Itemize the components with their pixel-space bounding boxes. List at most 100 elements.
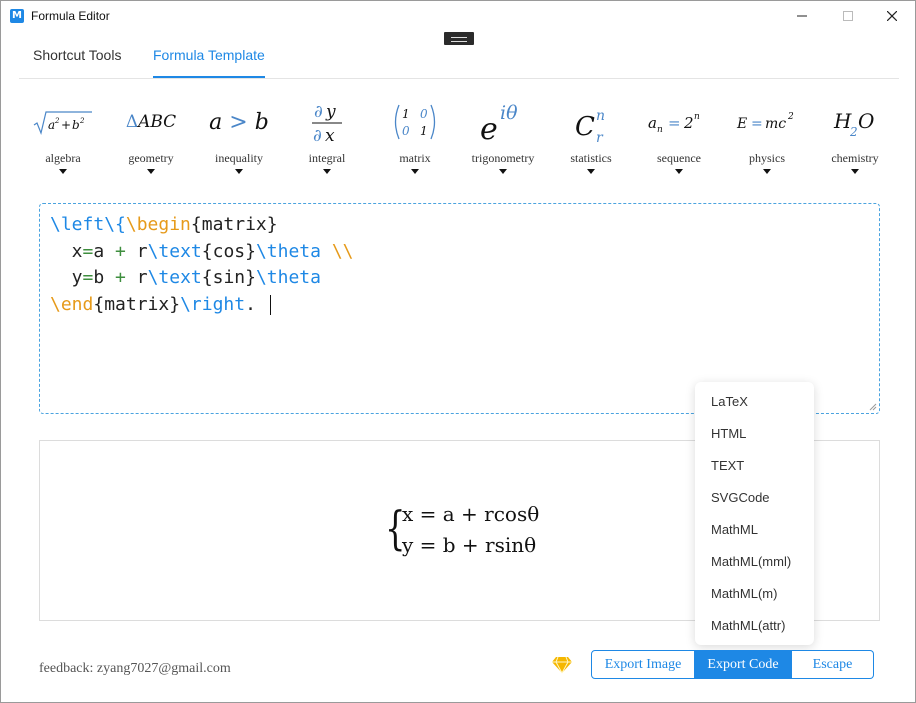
template-label: geometry	[128, 151, 174, 165]
svg-text:2: 2	[683, 114, 694, 132]
caret-down-icon[interactable]	[235, 169, 243, 174]
geometry-formula-icon: Δ ABC	[125, 112, 177, 132]
caret-down-icon[interactable]	[499, 169, 507, 174]
text-cursor	[269, 294, 271, 315]
template-label: algebra	[45, 151, 81, 165]
template-label: matrix	[399, 151, 431, 165]
export-image-button[interactable]: Export Image	[591, 650, 695, 679]
menu-item-mathml[interactable]: MathML	[695, 514, 814, 546]
integral-formula-icon: ∂ y ∂ x	[283, 93, 371, 151]
template-geometry[interactable]: Δ ABC geometry	[107, 93, 195, 181]
window-title: Formula Editor	[31, 9, 110, 23]
tab-formula-template[interactable]: Formula Template	[153, 39, 265, 79]
svg-text:0: 0	[402, 124, 410, 138]
template-inequality[interactable]: a > b inequality	[195, 93, 283, 181]
caret-down-icon[interactable]	[411, 169, 419, 174]
minimize-icon	[797, 15, 807, 17]
template-label: physics	[749, 151, 785, 165]
svg-text:r: r	[596, 130, 604, 144]
svg-text:1: 1	[420, 124, 428, 138]
statistics-formula-icon: C n r	[547, 93, 635, 151]
template-algebra[interactable]: a 2 + b 2 algebra	[19, 93, 107, 181]
template-label: chemistry	[831, 151, 879, 165]
svg-text:C: C	[575, 112, 595, 142]
maximize-icon	[843, 11, 853, 21]
svg-text:n: n	[596, 108, 605, 124]
svg-text:=: =	[668, 114, 681, 132]
minimize-button[interactable]	[779, 1, 825, 31]
export-button-group: Export Image Export Code Escape	[591, 650, 874, 679]
svg-text:mc: mc	[765, 116, 786, 132]
svg-text:=: =	[751, 116, 763, 132]
svg-text:O: O	[858, 109, 874, 133]
algebra-formula-icon: a 2 + b 2	[19, 93, 107, 151]
matrix-formula-icon: 1 0 0 1	[371, 93, 459, 151]
feedback-email: feedback: zyang7027@gmail.com	[39, 661, 231, 676]
export-code-menu: LaTeX HTML TEXT SVGCode MathML MathML(mm…	[695, 382, 814, 645]
svg-text:∂: ∂	[313, 126, 322, 146]
svg-text:2: 2	[54, 117, 60, 125]
escape-button[interactable]: Escape	[792, 650, 874, 679]
menu-item-mathml-m[interactable]: MathML(m)	[695, 578, 814, 610]
code-line-1: \left\{\begin{matrix}	[50, 214, 278, 235]
code-line-2: x=a + r\text{cos}\theta \\	[50, 240, 354, 262]
template-label: sequence	[657, 151, 701, 165]
svg-text:2: 2	[849, 125, 858, 139]
template-physics[interactable]: E = mc 2 physics	[723, 93, 811, 181]
svg-text:2: 2	[79, 117, 85, 125]
caret-down-icon[interactable]	[675, 169, 683, 174]
template-trigonometry[interactable]: e iθ trigonometry	[459, 93, 547, 181]
template-label: inequality	[215, 151, 263, 165]
diamond-icon[interactable]	[551, 656, 573, 674]
close-button[interactable]	[869, 1, 915, 31]
template-statistics[interactable]: C n r statistics	[547, 93, 635, 181]
caret-down-icon[interactable]	[323, 169, 331, 174]
sequence-formula-icon: a n = 2 n	[635, 93, 723, 151]
maximize-button[interactable]	[825, 1, 871, 31]
trigonometry-formula-icon: e iθ	[459, 93, 547, 151]
template-label: trigonometry	[471, 151, 535, 165]
template-integral[interactable]: ∂ y ∂ x integral	[283, 93, 371, 181]
svg-text:∂: ∂	[314, 102, 323, 122]
tab-bar: Shortcut Tools Formula Template	[19, 39, 899, 79]
svg-text:b: b	[72, 118, 80, 132]
svg-text:E: E	[736, 116, 747, 132]
template-row: a 2 + b 2 algebra Δ ABC geometry a > b ineq…	[19, 93, 899, 183]
svg-text:a: a	[648, 114, 657, 132]
template-label: statistics	[570, 151, 612, 165]
svg-text:+: +	[61, 118, 71, 132]
menu-item-mathml-mml[interactable]: MathML(mml)	[695, 546, 814, 578]
physics-formula-icon: E = mc 2	[723, 93, 811, 151]
svg-text:e: e	[480, 112, 498, 144]
menu-item-latex[interactable]: LaTeX	[695, 386, 814, 418]
code-line-4: \end{matrix}\right.	[50, 292, 869, 319]
menu-item-svgcode[interactable]: SVGCode	[695, 482, 814, 514]
preview-line-2: y = b + rsinθ	[402, 533, 537, 557]
close-icon	[887, 11, 897, 21]
template-matrix[interactable]: 1 0 0 1 matrix	[371, 93, 459, 181]
menu-item-html[interactable]: HTML	[695, 418, 814, 450]
tab-shortcut-tools[interactable]: Shortcut Tools	[33, 39, 121, 79]
title-bar[interactable]: M Formula Editor	[1, 1, 915, 31]
inequality-formula-icon: a > b	[209, 109, 269, 135]
caret-down-icon[interactable]	[59, 169, 67, 174]
svg-text:1: 1	[402, 107, 410, 121]
menu-item-mathml-attr[interactable]: MathML(attr)	[695, 610, 814, 642]
caret-down-icon[interactable]	[147, 169, 155, 174]
svg-text:n: n	[657, 125, 663, 135]
svg-text:0: 0	[420, 107, 428, 121]
menu-item-text[interactable]: TEXT	[695, 450, 814, 482]
caret-down-icon[interactable]	[851, 169, 859, 174]
template-sequence[interactable]: a n = 2 n sequence	[635, 93, 723, 181]
export-code-button[interactable]: Export Code	[695, 650, 792, 679]
caret-down-icon[interactable]	[587, 169, 595, 174]
tab-divider	[19, 78, 899, 79]
svg-text:iθ: iθ	[500, 102, 518, 124]
resize-grip-icon[interactable]	[869, 403, 877, 411]
template-chemistry[interactable]: H 2 O chemistry	[811, 93, 899, 181]
svg-text:2: 2	[787, 112, 794, 122]
formula-editor-window: M Formula Editor Shortcut Tools Formula …	[0, 0, 916, 703]
chemistry-formula-icon: H 2 O	[811, 93, 899, 151]
caret-down-icon[interactable]	[763, 169, 771, 174]
code-line-3: y=b + r\text{sin}\theta	[50, 267, 321, 288]
